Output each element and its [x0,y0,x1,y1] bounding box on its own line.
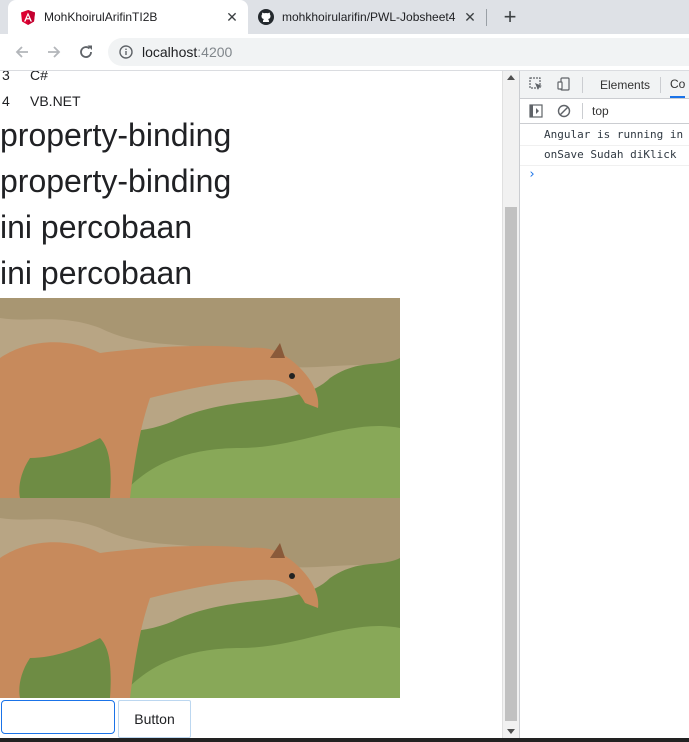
devtools-tabbar: Elements Co [520,71,689,99]
tab-close-icon[interactable]: ✕ [224,9,240,25]
console-message: Angular is running in [520,125,689,146]
scroll-down-arrow-icon[interactable] [507,729,515,734]
giraffe-image [0,298,400,498]
list-item-name: C# [30,71,48,83]
page-scrollbar[interactable] [502,71,519,742]
browser-toolbar: localhost:4200 [0,34,689,71]
console-message: onSave Sudah diKlick [520,145,689,166]
console-toolbar: top [520,99,689,124]
new-tab-button[interactable]: + [498,4,522,29]
tab-inactive[interactable]: mohkhoirularifin/PWL-Jobsheet4 ✕ [248,0,486,34]
list-item-number: 4 [2,93,10,109]
percobaan-heading: ini percobaan [0,209,193,245]
url-text: localhost:4200 [142,44,232,60]
devtools-panel: Elements Co top Angular is running in on… [519,71,689,742]
tab-strip: MohKhoirulArifinTI2B ✕ mohkhoirularifin/… [0,0,689,34]
console-message-text: Angular is running in [544,128,684,141]
tab-close-icon[interactable]: ✕ [462,9,478,25]
percobaan-heading: ini percobaan [0,255,193,291]
devtools-divider [582,103,583,119]
tab-title: mohkhoirularifin/PWL-Jobsheet4 [282,10,456,24]
property-binding-heading: property-binding [0,163,232,199]
list-item-name: VB.NET [30,93,81,109]
tab-active[interactable]: MohKhoirulArifinTI2B ✕ [8,0,248,34]
url-port: :4200 [197,44,233,60]
giraffe-image [0,498,400,698]
back-arrow-icon[interactable] [10,40,34,64]
button[interactable]: Button [118,700,191,738]
clear-console-icon[interactable] [556,103,572,119]
url-host: localhost [142,44,198,60]
bottom-edge [0,738,689,742]
devtools-divider [660,77,661,93]
tab-divider [486,9,487,26]
reload-icon[interactable] [74,40,98,64]
tab-title: MohKhoirulArifinTI2B [44,10,158,24]
forward-arrow-icon[interactable] [42,40,66,64]
inspect-element-icon[interactable] [528,76,544,92]
scroll-up-arrow-icon[interactable] [507,75,515,80]
tab-elements[interactable]: Elements [600,71,650,98]
info-icon[interactable] [118,44,134,60]
console-prompt[interactable]: › [528,167,536,182]
context-selector[interactable]: top [592,104,609,118]
device-toolbar-icon[interactable] [556,76,572,92]
github-icon [258,9,274,25]
scrollbar-thumb[interactable] [505,207,517,721]
list-item-number: 3 [2,71,10,83]
console-message-text: onSave Sudah diKlick [544,148,677,161]
sidebar-toggle-icon[interactable] [528,103,544,119]
text-input[interactable] [1,700,115,734]
tab-console[interactable]: Co [670,71,686,98]
devtools-divider [582,77,583,93]
address-bar[interactable]: localhost:4200 [108,38,689,66]
property-binding-heading: property-binding [0,117,232,153]
page-viewport: 3 C# 4 VB.NET property-binding property-… [0,71,502,742]
angular-icon [20,9,36,25]
